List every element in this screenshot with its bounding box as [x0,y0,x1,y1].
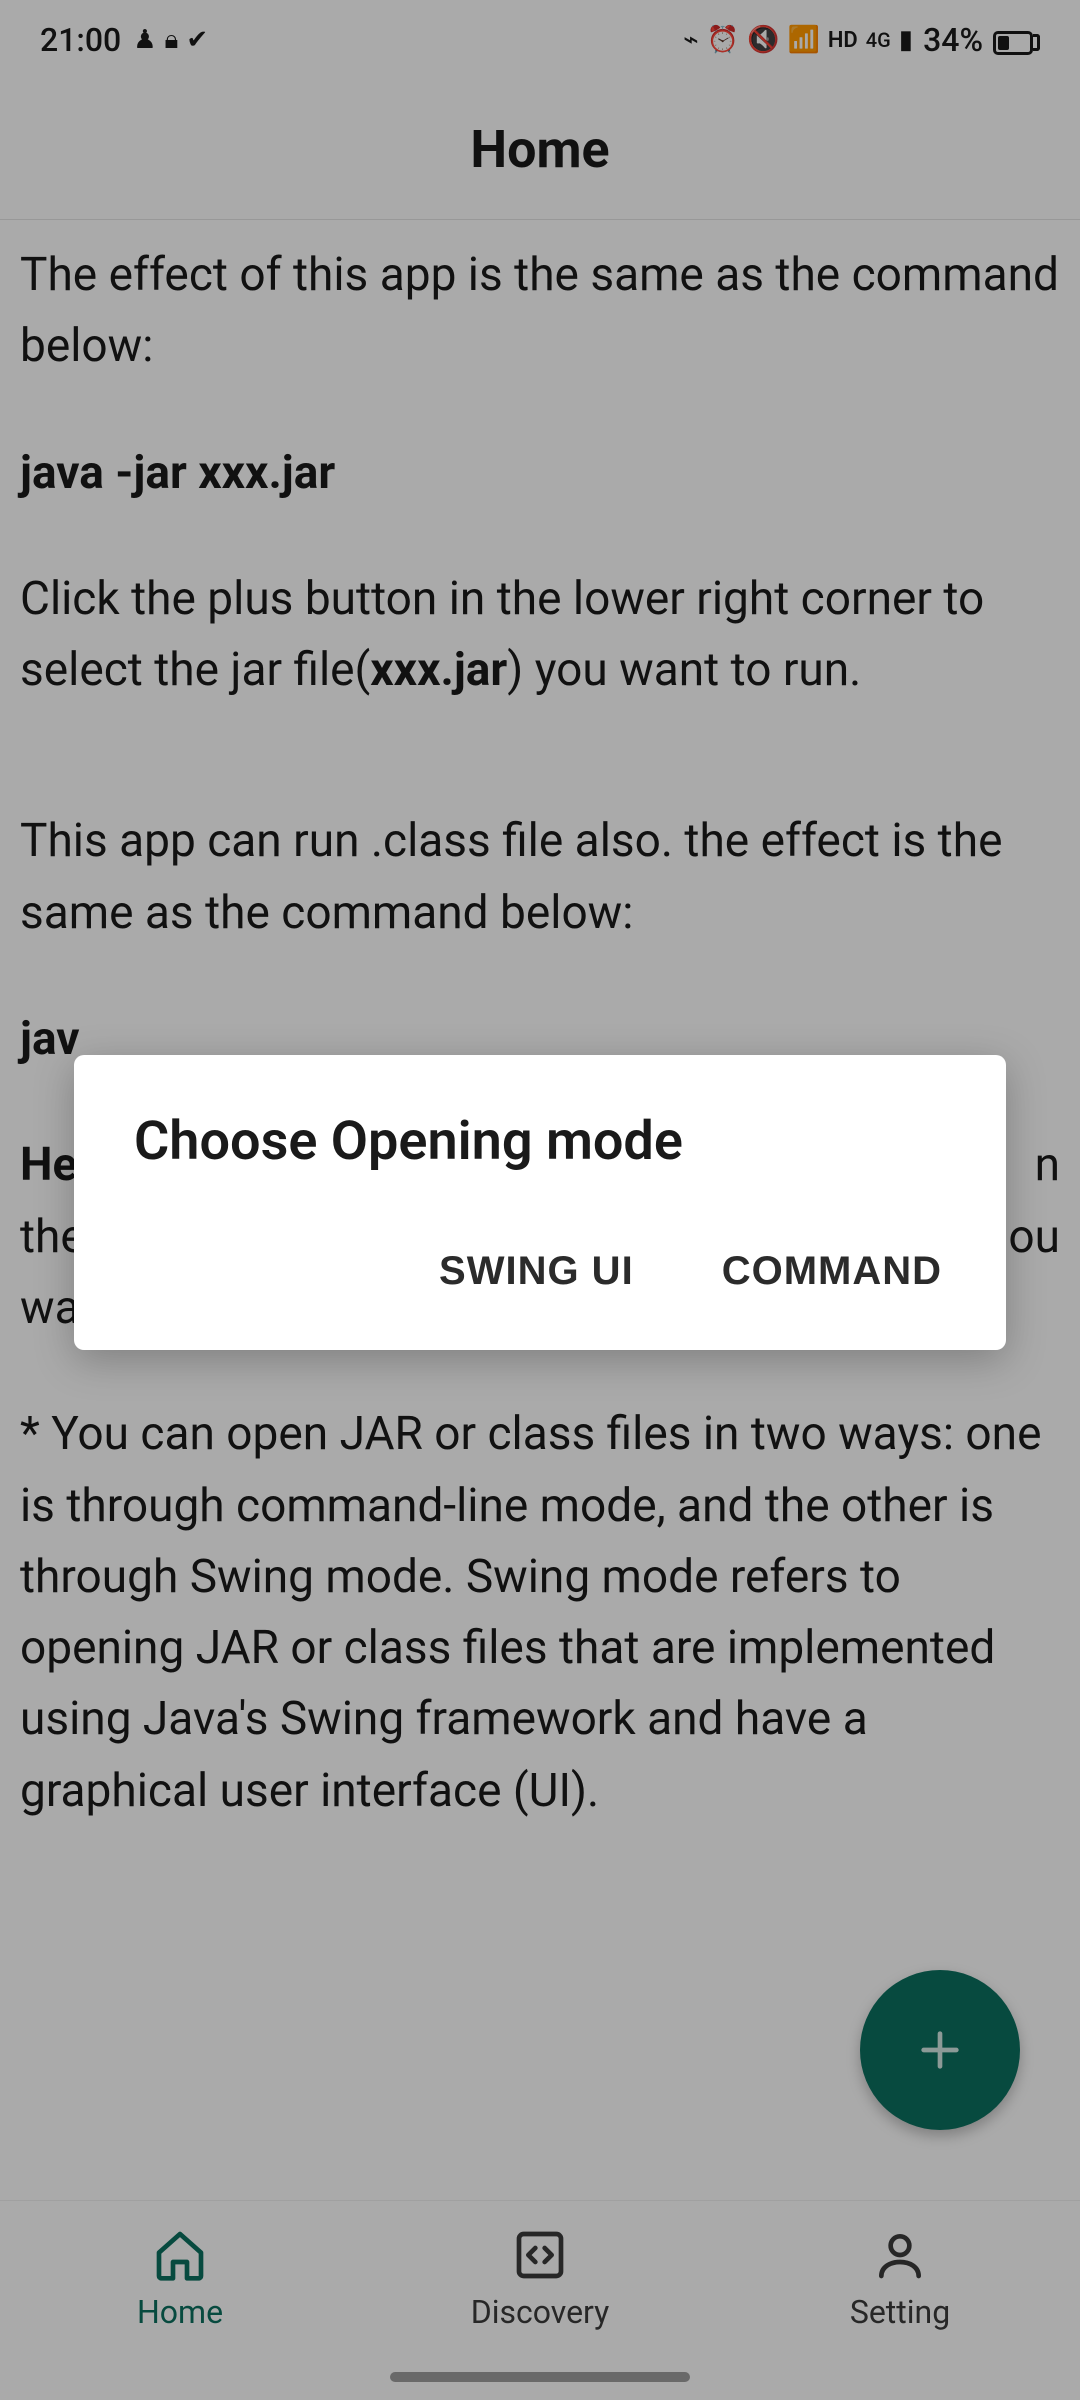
opening-mode-dialog: Choose Opening mode SWING UI COMMAND [74,1055,1006,1350]
dialog-actions: SWING UI COMMAND [134,1233,946,1310]
command-button[interactable]: COMMAND [718,1233,946,1310]
dialog-title: Choose Opening mode [134,1110,946,1173]
swing-ui-button[interactable]: SWING UI [435,1233,638,1310]
